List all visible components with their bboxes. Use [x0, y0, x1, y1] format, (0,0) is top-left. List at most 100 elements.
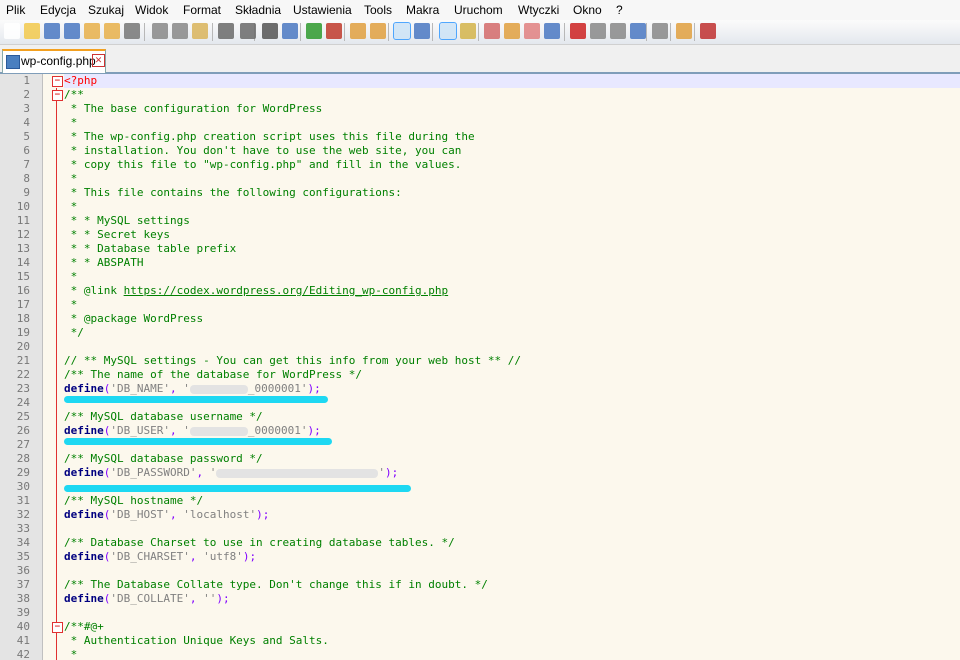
redo-icon[interactable] — [240, 23, 256, 39]
code-token: * @link — [64, 284, 124, 297]
monitoring-icon[interactable] — [544, 23, 560, 39]
code-line: define('DB_CHARSET', 'utf8'); — [64, 550, 256, 564]
code-link[interactable]: https://codex.wordpress.org/Editing_wp-c… — [124, 284, 449, 297]
function-list-icon[interactable] — [484, 23, 500, 39]
menu-item[interactable]: Plik — [6, 3, 25, 17]
spellcheck-icon[interactable] — [700, 23, 716, 39]
menu-item[interactable]: ? — [616, 3, 623, 17]
clipboard-history-icon[interactable] — [524, 23, 540, 39]
doc-map-icon[interactable] — [460, 23, 476, 39]
record-macro-icon[interactable] — [570, 23, 586, 39]
sync-horizontal-icon[interactable] — [370, 23, 386, 39]
code-line: /** The name of the database for WordPre… — [64, 368, 362, 382]
replace-icon[interactable] — [282, 23, 298, 39]
code-line: * * Secret keys — [64, 228, 170, 242]
save-icon[interactable] — [44, 23, 60, 39]
menu-item[interactable]: Makra — [406, 3, 439, 17]
line-number: 5 — [23, 130, 30, 143]
code-token: * @package WordPress — [64, 312, 204, 325]
tab-wp-config[interactable]: wp-config.php ✕ — [2, 49, 106, 73]
menu-item[interactable]: Okno — [573, 3, 602, 17]
code-token: , — [169, 508, 184, 521]
code-line: * — [64, 172, 78, 186]
show-all-chars-icon[interactable] — [414, 23, 430, 39]
menu-item[interactable]: Szukaj — [88, 3, 124, 17]
code-line: * * Database table prefix — [64, 242, 237, 256]
copy-icon[interactable] — [172, 23, 188, 39]
fold-toggle-icon[interactable]: − — [52, 90, 63, 101]
code-line: /** The Database Collate type. Don't cha… — [64, 578, 488, 592]
close-icon[interactable] — [84, 23, 100, 39]
menu-item[interactable]: Składnia — [235, 3, 281, 17]
stop-record-icon[interactable] — [590, 23, 606, 39]
code-line: * @link https://codex.wordpress.org/Edit… — [64, 284, 449, 298]
code-token: 'DB_PASSWORD' — [110, 466, 197, 479]
menu-item[interactable]: Uruchom — [454, 3, 503, 17]
code-token: ); — [242, 550, 257, 563]
code-token: define — [64, 592, 104, 605]
play-macro-icon[interactable] — [610, 23, 626, 39]
code-token: /**#@+ — [64, 620, 104, 633]
code-token: /** MySQL database password */ — [64, 452, 263, 465]
line-number: 27 — [16, 438, 30, 451]
menu-item[interactable]: Format — [183, 3, 221, 17]
code-token: */ — [64, 326, 84, 339]
toolbar-separator — [144, 23, 145, 41]
tab-close-icon[interactable]: ✕ — [92, 54, 105, 67]
find-icon[interactable] — [262, 23, 278, 39]
code-token: /** MySQL hostname */ — [64, 494, 204, 507]
undo-icon[interactable] — [218, 23, 234, 39]
zoom-in-icon[interactable] — [306, 23, 322, 39]
run-macro-multiple-icon[interactable] — [630, 23, 646, 39]
menu-item[interactable]: Edycja — [40, 3, 76, 17]
code-token: * — [64, 648, 78, 660]
open-icon[interactable] — [24, 23, 40, 39]
code-token: , — [189, 592, 204, 605]
paste-icon[interactable] — [192, 23, 208, 39]
code-line: * — [64, 116, 78, 130]
fold-guide-line — [56, 88, 57, 660]
menu-item[interactable]: Wtyczki — [518, 3, 559, 17]
code-line: * — [64, 648, 78, 660]
close-all-icon[interactable] — [104, 23, 120, 39]
php-file-icon — [6, 55, 20, 69]
folder-workspace-icon[interactable] — [504, 23, 520, 39]
redaction-highlight — [64, 396, 328, 403]
word-wrap-icon[interactable] — [393, 22, 411, 40]
zoom-out-icon[interactable] — [326, 23, 342, 39]
toolbar-separator — [344, 23, 345, 41]
code-line: /** MySQL hostname */ — [64, 494, 203, 508]
code-line: * The wp-config.php creation script uses… — [64, 130, 475, 144]
code-line: define('DB_HOST', 'localhost'); — [64, 508, 269, 522]
line-number: 28 — [16, 452, 30, 465]
code-token: ); — [307, 424, 321, 437]
toolbar-separator — [670, 23, 671, 41]
new-icon[interactable] — [4, 23, 20, 39]
menu-item[interactable]: Widok — [135, 3, 168, 17]
code-token: define — [64, 550, 104, 563]
code-token: 'DB_HOST' — [110, 508, 170, 521]
fold-toggle-icon[interactable]: − — [52, 622, 63, 633]
indent-guide-icon[interactable] — [439, 22, 457, 40]
toolbar-separator — [432, 23, 433, 41]
code-token: ' — [183, 382, 190, 395]
save-macro-icon[interactable] — [652, 23, 668, 39]
fold-toggle-icon[interactable]: − — [52, 76, 63, 87]
print-icon[interactable] — [124, 23, 140, 39]
menu-item[interactable]: Tools — [364, 3, 392, 17]
code-token: , — [189, 550, 204, 563]
save-all-icon[interactable] — [64, 23, 80, 39]
launch-browser-icon[interactable] — [676, 23, 692, 39]
line-number: 26 — [16, 424, 30, 437]
code-token: define — [64, 508, 104, 521]
cut-icon[interactable] — [152, 23, 168, 39]
toolbar — [0, 20, 960, 45]
menu-item[interactable]: Ustawienia — [293, 3, 352, 17]
code-token: ); — [256, 508, 270, 521]
line-number: 17 — [16, 298, 30, 311]
current-line-highlight — [64, 74, 960, 88]
code-token: ' — [209, 466, 217, 479]
code-editor[interactable]: 1 2 3 4 5 6 7 8 9 10 11 12 13 14 15 16 17 18 19 20 21 22 23 24 2… — [0, 74, 960, 660]
line-number: 7 — [23, 158, 30, 171]
sync-vertical-icon[interactable] — [350, 23, 366, 39]
